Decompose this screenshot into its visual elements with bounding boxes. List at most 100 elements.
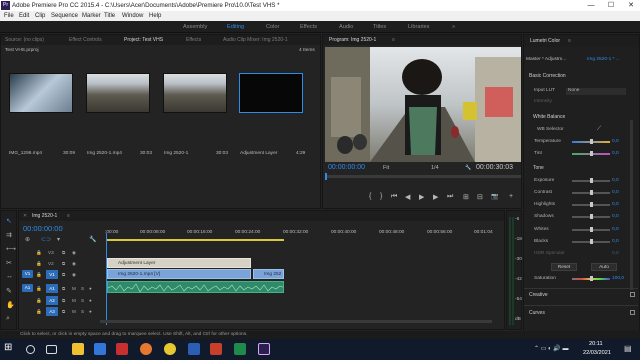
export-frame-icon[interactable]: 📷 bbox=[491, 193, 498, 200]
tab-lumetri-color[interactable]: Lumetri Color bbox=[530, 35, 560, 47]
chrome-icon[interactable] bbox=[164, 343, 176, 355]
go-to-out-icon[interactable]: ⏭ bbox=[447, 193, 453, 201]
excel-icon[interactable] bbox=[234, 343, 246, 355]
system-tray-icons[interactable]: ⌃ ▭ ◐ 🔊 ▬ bbox=[534, 345, 568, 352]
sync-lock-icon[interactable]: ⧉ bbox=[62, 296, 65, 305]
windows-start-icon[interactable]: ⊞ bbox=[4, 342, 16, 354]
tint-knob[interactable] bbox=[590, 151, 593, 156]
lumetri-menu-icon[interactable]: ≡ bbox=[568, 35, 571, 47]
workspace-effects[interactable]: Effects bbox=[300, 21, 317, 33]
task-view-icon[interactable] bbox=[46, 345, 57, 354]
thumbnail-img-2520-sequence[interactable] bbox=[163, 73, 227, 113]
tab-program[interactable]: Program: Img 2520-1 bbox=[329, 35, 376, 45]
menu-marker[interactable]: Marker bbox=[82, 11, 101, 21]
menu-clip[interactable]: Clip bbox=[35, 11, 45, 21]
add-button-icon[interactable]: + bbox=[509, 193, 513, 200]
close-button[interactable]: ✕ bbox=[623, 0, 639, 11]
file-explorer-icon[interactable] bbox=[72, 343, 84, 355]
thumbnail-img-2520-mp4[interactable] bbox=[86, 73, 150, 113]
whites-knob[interactable] bbox=[590, 227, 593, 232]
shadows-value[interactable]: 0,0 bbox=[612, 214, 619, 219]
mark-out-icon[interactable]: } bbox=[380, 193, 382, 200]
lock-icon[interactable]: 🔒 bbox=[36, 284, 42, 293]
basic-correction-header[interactable]: Basic Correction bbox=[529, 73, 566, 79]
lock-icon[interactable]: 🔒 bbox=[36, 248, 42, 257]
record-icon[interactable]: ● bbox=[89, 296, 92, 305]
wrench-icon[interactable]: 🔧 bbox=[465, 165, 471, 171]
tab-effect-controls[interactable]: Effect Controls bbox=[69, 35, 102, 45]
white-balance-header[interactable]: White Balance bbox=[533, 114, 565, 120]
menu-window[interactable]: Window bbox=[122, 11, 143, 21]
track-label[interactable]: A3 bbox=[46, 307, 58, 316]
zoom-tool-icon[interactable]: ⌕ bbox=[6, 315, 10, 323]
menu-edit[interactable]: Edit bbox=[19, 11, 29, 21]
step-back-icon[interactable]: ◀ bbox=[405, 193, 410, 201]
menu-title[interactable]: Title bbox=[104, 11, 115, 21]
lift-icon[interactable]: ⊞ bbox=[463, 193, 469, 201]
mute-icon[interactable]: M bbox=[72, 296, 76, 305]
tab-source[interactable]: Source: (no clips) bbox=[5, 35, 44, 45]
exposure-value[interactable]: 0,0 bbox=[612, 178, 619, 183]
audio-clip-a1[interactable] bbox=[107, 281, 284, 293]
taskbar-date[interactable]: 22/03/2021 bbox=[583, 350, 611, 356]
mark-in-icon[interactable]: { bbox=[369, 193, 371, 200]
source-patch-v1[interactable]: V1 bbox=[22, 270, 33, 278]
tab-sequence[interactable]: Img 2520-1 bbox=[32, 211, 57, 221]
reset-button[interactable]: Reset bbox=[551, 263, 577, 271]
menu-sequence[interactable]: Sequence bbox=[51, 11, 78, 21]
lock-icon[interactable]: 🔒 bbox=[36, 296, 42, 305]
highlights-value[interactable]: 0,0 bbox=[612, 202, 619, 207]
eye-icon[interactable]: ◉ bbox=[72, 270, 76, 279]
timeline-playhead[interactable] bbox=[106, 233, 107, 325]
hand-tool-icon[interactable]: ✋ bbox=[6, 301, 15, 309]
workspace-assembly[interactable]: Assembly bbox=[183, 21, 207, 33]
edge-icon[interactable] bbox=[94, 343, 106, 355]
menu-file[interactable]: File bbox=[4, 11, 14, 21]
whites-value[interactable]: 0,0 bbox=[612, 227, 619, 232]
firefox-icon[interactable] bbox=[140, 343, 152, 355]
step-forward-icon[interactable]: ▶ bbox=[433, 193, 438, 201]
video-clip-v1-continued[interactable]: Img 252 bbox=[253, 269, 284, 279]
workspace-color[interactable]: Color bbox=[266, 21, 279, 33]
notification-icon[interactable]: ▤ bbox=[624, 344, 632, 353]
resolution-dropdown[interactable]: 1/4 bbox=[431, 165, 439, 171]
sync-lock-icon[interactable]: ⧉ bbox=[62, 248, 65, 257]
workspace-libraries[interactable]: Libraries bbox=[408, 21, 429, 33]
tab-effects[interactable]: Effects bbox=[186, 35, 201, 45]
razor-tool-icon[interactable]: ✂ bbox=[6, 259, 12, 267]
adjustment-layer-clip[interactable]: Adjustment Layer bbox=[107, 258, 251, 268]
workspace-audio[interactable]: Audio bbox=[339, 21, 353, 33]
playhead-marker[interactable] bbox=[325, 173, 327, 180]
timeline-h-scrollbar[interactable] bbox=[100, 320, 492, 323]
search-icon[interactable] bbox=[26, 345, 35, 354]
creative-header[interactable]: Creative bbox=[529, 292, 548, 298]
linked-selection-icon[interactable]: ⊂⊃ bbox=[41, 236, 51, 243]
tab-close-icon[interactable]: ✕ bbox=[23, 211, 27, 221]
shadows-knob[interactable] bbox=[590, 214, 593, 219]
taskbar-time[interactable]: 20:11 bbox=[589, 341, 603, 347]
tab-project[interactable]: Project: Test VHS bbox=[124, 35, 163, 45]
workspace-more-icon[interactable]: » bbox=[452, 21, 455, 33]
playhead-scrubber[interactable] bbox=[325, 173, 521, 180]
eyedropper-icon[interactable]: ⟋ bbox=[597, 126, 601, 133]
timeline-settings-icon[interactable]: 🔧 bbox=[89, 236, 96, 243]
eye-icon[interactable]: ◉ bbox=[72, 259, 76, 268]
tint-value[interactable]: 0,0 bbox=[612, 151, 619, 156]
highlights-knob[interactable] bbox=[590, 202, 593, 207]
curves-header[interactable]: Curves bbox=[529, 310, 545, 316]
lock-icon[interactable]: 🔒 bbox=[36, 270, 42, 279]
contrast-knob[interactable] bbox=[590, 190, 593, 195]
play-button[interactable]: ▶ bbox=[419, 193, 424, 201]
video-clip-v1[interactable]: Img 2520-1.mp4 [V] bbox=[107, 269, 251, 279]
workspace-editing[interactable]: Editing bbox=[227, 21, 244, 33]
auto-button[interactable]: Auto bbox=[591, 263, 617, 271]
sync-lock-icon[interactable]: ⧉ bbox=[62, 270, 65, 279]
creative-toggle-checkbox[interactable] bbox=[630, 292, 635, 297]
program-timecode[interactable]: 00:00:00:00 bbox=[328, 164, 365, 171]
track-label[interactable]: V1 bbox=[46, 270, 58, 279]
exposure-knob[interactable] bbox=[590, 178, 593, 183]
thumbnail-img-1296[interactable] bbox=[9, 73, 73, 113]
sync-lock-icon[interactable]: ⧉ bbox=[62, 259, 65, 268]
ripple-edit-tool-icon[interactable]: ⟷ bbox=[6, 245, 16, 253]
solo-icon[interactable]: S bbox=[81, 296, 84, 305]
